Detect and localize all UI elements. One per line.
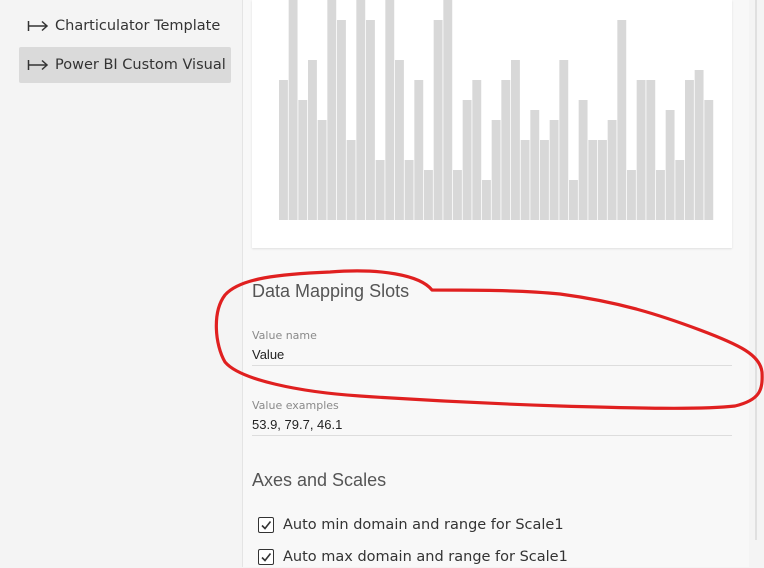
export-panel: Data Mapping Slots Value name Value exam… bbox=[243, 0, 749, 567]
value-name-label: Value name bbox=[252, 329, 317, 342]
preview-bar bbox=[549, 120, 559, 220]
axes-scales-title: Axes and Scales bbox=[252, 470, 387, 490]
preview-bar bbox=[414, 80, 424, 220]
value-examples-input[interactable] bbox=[252, 413, 732, 436]
preview-bar bbox=[385, 0, 395, 220]
arrow-right-bar-icon bbox=[27, 20, 49, 32]
preview-bar bbox=[578, 100, 588, 220]
checkmark-icon bbox=[261, 521, 272, 530]
checkmark-icon bbox=[261, 553, 272, 562]
auto-min-domain-option[interactable]: Auto min domain and range for Scale1 bbox=[258, 514, 564, 536]
preview-bar bbox=[308, 60, 317, 220]
preview-bar bbox=[704, 100, 714, 220]
preview-bar bbox=[472, 80, 482, 220]
preview-bar bbox=[453, 170, 462, 220]
auto-max-domain-label: Auto max domain and range for Scale1 bbox=[283, 549, 568, 565]
preview-bar bbox=[665, 110, 675, 220]
preview-bar bbox=[482, 180, 491, 220]
nav-item-power-bi-custom-visual[interactable]: Power BI Custom Visual bbox=[19, 47, 231, 83]
preview-bar bbox=[395, 60, 404, 220]
chart-preview-card bbox=[252, 0, 732, 248]
preview-bar bbox=[443, 0, 453, 220]
preview-bar bbox=[675, 160, 685, 220]
preview-bar bbox=[366, 20, 375, 220]
preview-bar bbox=[646, 80, 656, 220]
auto-max-domain-option[interactable]: Auto max domain and range for Scale1 bbox=[258, 546, 568, 568]
preview-bar bbox=[636, 80, 646, 220]
preview-bar bbox=[501, 80, 511, 220]
preview-bar bbox=[404, 160, 414, 220]
nav-item-charticulator-template[interactable]: Charticulator Template bbox=[19, 8, 231, 44]
preview-bar bbox=[462, 100, 472, 220]
preview-bar bbox=[327, 0, 337, 220]
preview-bar bbox=[627, 170, 636, 220]
nav-item-label: Power BI Custom Visual bbox=[55, 57, 226, 73]
preview-bar bbox=[569, 180, 578, 220]
auto-min-domain-label: Auto min domain and range for Scale1 bbox=[283, 517, 564, 533]
preview-bar bbox=[656, 170, 665, 220]
value-name-input[interactable] bbox=[252, 343, 732, 366]
value-examples-label: Value examples bbox=[252, 399, 339, 412]
preview-bar bbox=[607, 120, 617, 220]
preview-bar bbox=[356, 0, 366, 220]
scrollbar-thumb[interactable] bbox=[755, 0, 757, 540]
preview-bar bbox=[337, 20, 346, 220]
preview-bar bbox=[511, 60, 520, 220]
preview-bar bbox=[424, 170, 433, 220]
auto-max-domain-checkbox[interactable] bbox=[258, 549, 274, 565]
preview-bar bbox=[317, 120, 327, 220]
preview-bar bbox=[617, 20, 627, 220]
preview-bar bbox=[540, 140, 549, 220]
preview-bar bbox=[598, 140, 607, 220]
chart-preview bbox=[279, 0, 714, 220]
preview-bar bbox=[433, 20, 443, 220]
preview-bar bbox=[375, 160, 385, 220]
preview-bar bbox=[491, 120, 501, 220]
preview-bar bbox=[279, 80, 288, 220]
preview-bar bbox=[520, 140, 530, 220]
scrollbar[interactable] bbox=[749, 0, 764, 567]
data-mapping-title: Data Mapping Slots bbox=[252, 281, 410, 301]
preview-bar bbox=[288, 0, 298, 220]
auto-min-domain-checkbox[interactable] bbox=[258, 517, 274, 533]
arrow-right-bar-icon bbox=[27, 59, 49, 71]
preview-bar bbox=[685, 80, 694, 220]
preview-bar bbox=[559, 60, 569, 220]
sidebar: Charticulator Template Power BI Custom V… bbox=[0, 0, 242, 567]
preview-bar bbox=[298, 100, 308, 220]
preview-bar bbox=[530, 110, 540, 220]
preview-bar bbox=[346, 140, 356, 220]
nav-item-label: Charticulator Template bbox=[55, 18, 221, 34]
preview-bar bbox=[694, 70, 704, 220]
preview-bar bbox=[588, 140, 598, 220]
